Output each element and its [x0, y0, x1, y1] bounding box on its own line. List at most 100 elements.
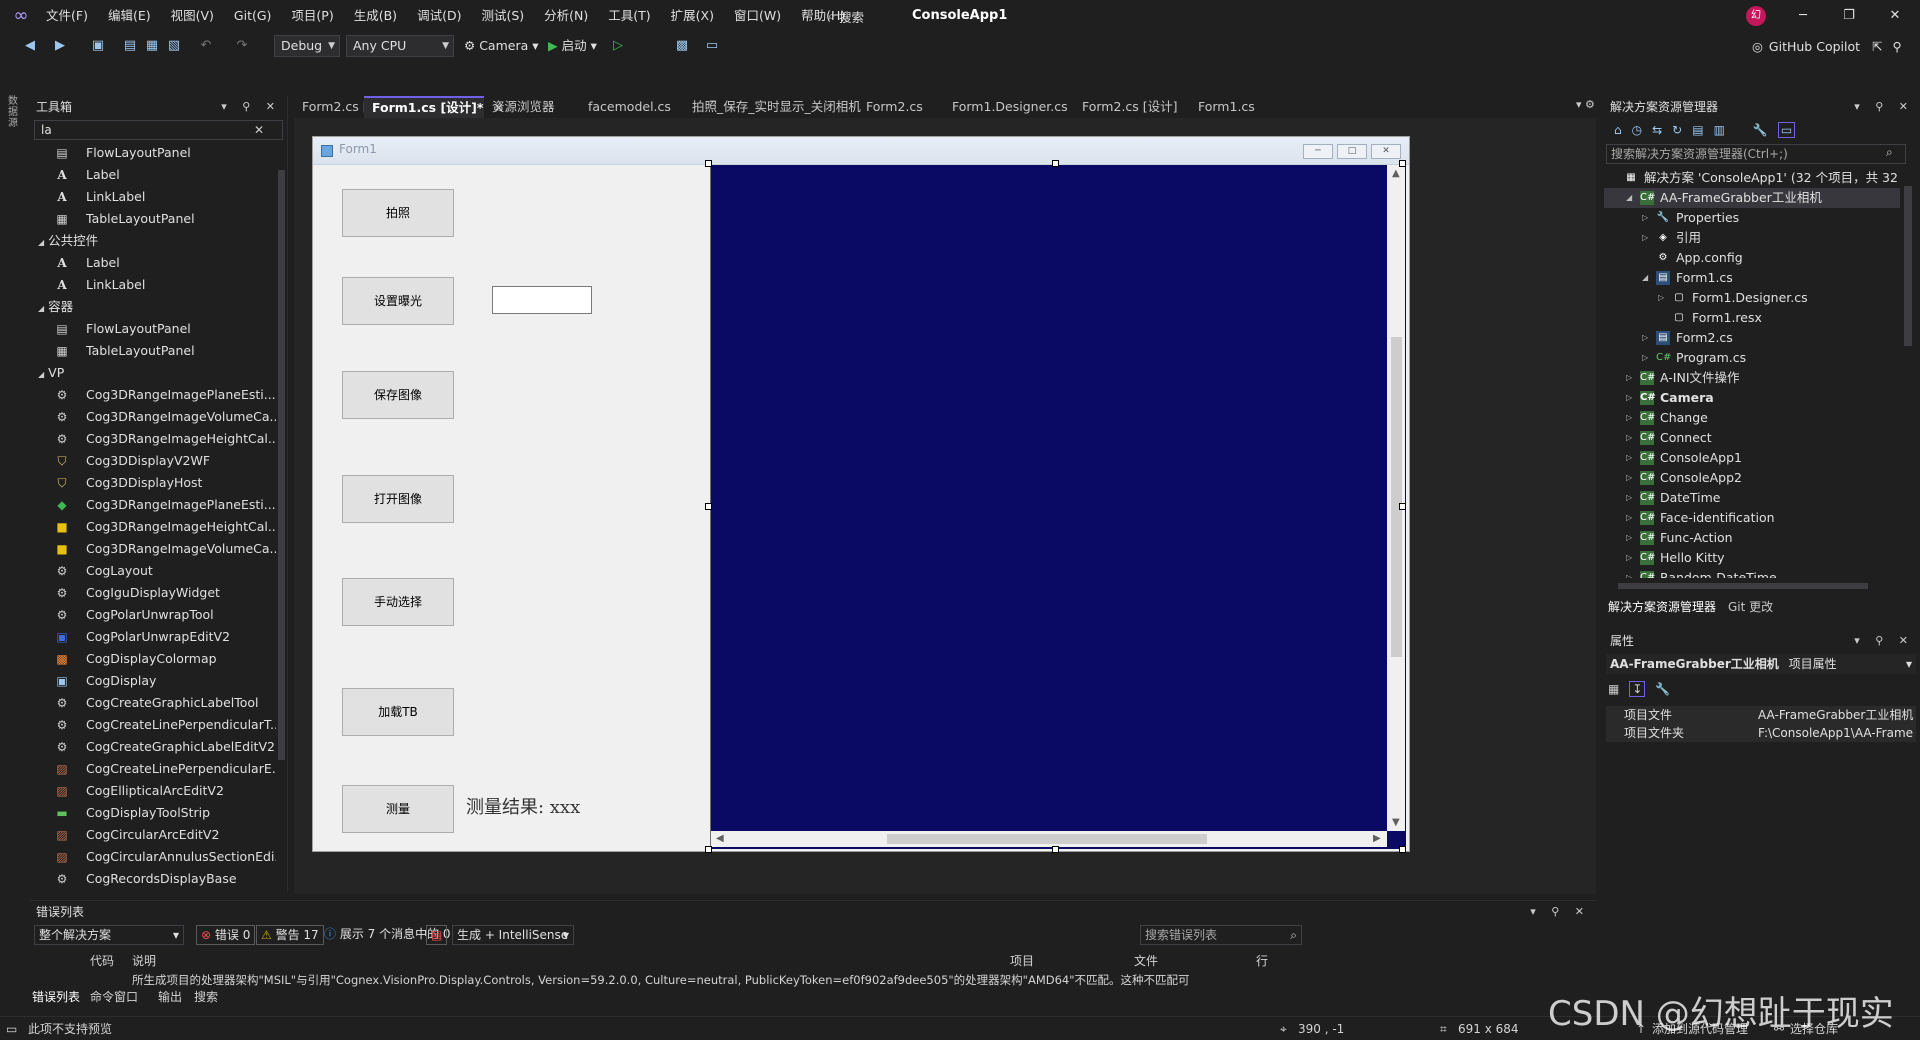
scroll-down-icon[interactable]: ▼: [1392, 817, 1400, 828]
messages-filter-button[interactable]: ⓘ 展示 7 个消息中的 0 个: [320, 925, 470, 945]
form1-window[interactable]: Form1 ─ □ ✕ 拍照 设置曝光 保存图像 打开图像 手动选择 加载TB …: [312, 136, 1410, 852]
close-window-button[interactable]: ✕: [1872, 0, 1918, 32]
menu-item[interactable]: 生成(B): [344, 0, 407, 32]
errors-filter-button[interactable]: ⊗ 错误 0: [196, 925, 256, 945]
open-folder-icon[interactable]: ▤: [122, 38, 138, 54]
avatar[interactable]: 幻: [1746, 6, 1766, 26]
platform-dropdown[interactable]: Any CPU ▼: [346, 35, 454, 57]
toolbox-item[interactable]: ▨ CogCircularArcEditV2: [30, 824, 287, 846]
start-button[interactable]: ▶ 启动 ▾: [548, 35, 597, 57]
toolbox-item[interactable]: ■ Cog3DRangeImageVolumeCa...: [30, 538, 287, 560]
tree-node[interactable]: ▢ Form1.resx: [1604, 308, 1900, 328]
expand-arrow-icon[interactable]: ▷: [1642, 208, 1648, 228]
collapse-arrow-icon[interactable]: ◢: [1642, 268, 1648, 288]
menu-item[interactable]: 窗口(W): [724, 0, 791, 32]
panel-controls[interactable]: ▾ ⚲ ✕: [221, 96, 281, 118]
properties-wrench-icon[interactable]: 🔧: [1753, 123, 1768, 137]
resize-handle[interactable]: [705, 503, 712, 510]
toolbox-item[interactable]: ⛉ Cog3DDisplayHost: [30, 472, 287, 494]
header-code[interactable]: 代码: [90, 951, 114, 971]
resize-handle[interactable]: [1399, 503, 1406, 510]
alphabetical-icon[interactable]: ↧: [1629, 681, 1646, 697]
camera-startup-button[interactable]: ⚙ Camera ▾: [464, 35, 539, 57]
layout-icon[interactable]: ▭: [704, 38, 720, 54]
tab-search[interactable]: 搜索: [194, 989, 218, 1005]
tree-node[interactable]: ▷ ◈ 引用: [1604, 228, 1900, 248]
display-vertical-thumb[interactable]: [1391, 337, 1402, 657]
menu-item[interactable]: 测试(S): [471, 0, 534, 32]
toolbox-item[interactable]: ▨ CogEllipticalArcEditV2: [30, 780, 287, 802]
restore-button[interactable]: ❐: [1826, 0, 1872, 32]
expand-arrow-icon[interactable]: ▷: [1626, 428, 1632, 448]
expand-arrow-icon[interactable]: ▷: [1626, 488, 1632, 508]
resize-handle[interactable]: [1052, 846, 1059, 853]
save-icon[interactable]: ▦: [144, 38, 160, 54]
toolbox-category[interactable]: ◢ 容器: [30, 296, 287, 318]
toolbox-item[interactable]: ▬ CogDisplayToolStrip: [30, 802, 287, 824]
cog-display-panel[interactable]: ▲ ▼ ◀ ▶: [710, 165, 1406, 849]
minimize-button[interactable]: ─: [1780, 0, 1826, 32]
panel-controls[interactable]: ▾ ⚲ ✕: [1854, 630, 1914, 652]
toolbox-category[interactable]: ◢ VP: [30, 362, 287, 384]
capture-button[interactable]: 拍照: [342, 189, 454, 237]
header-description[interactable]: 说明: [132, 951, 156, 971]
save-all-icon[interactable]: ▧: [166, 38, 182, 54]
expand-arrow-icon[interactable]: ▷: [1626, 368, 1632, 388]
clear-search-icon[interactable]: ✕: [254, 121, 264, 139]
new-item-icon[interactable]: ▣: [90, 38, 106, 54]
menu-item[interactable]: 编辑(E): [98, 0, 161, 32]
filter-icon[interactable]: ▤: [426, 925, 448, 945]
toolbox-item[interactable]: ▣ CogPolarUnwrapEditV2: [30, 626, 287, 648]
doc-tab[interactable]: Form1.cs [设计]* ✕: [364, 96, 504, 118]
global-search[interactable]: ⌕ 搜索: [828, 0, 864, 32]
property-row[interactable]: 项目文件夹 F:\ConsoleApp1\AA-Frame: [1606, 724, 1916, 742]
error-search-input[interactable]: 搜索错误列表 ⌕: [1140, 925, 1302, 945]
tab-command-window[interactable]: 命令窗口: [90, 989, 138, 1005]
expand-arrow-icon[interactable]: ▷: [1626, 528, 1632, 548]
tree-node[interactable]: ▷ C# Hello Kitty: [1604, 548, 1900, 568]
github-copilot-button[interactable]: ◎ GitHub Copilot ⇱ ⚲: [1752, 36, 1902, 56]
error-message-row[interactable]: 所生成项目的处理器架构"MSIL"与引用"Cognex.VisionPro.Di…: [132, 973, 1232, 987]
expand-arrow-icon[interactable]: ▷: [1626, 568, 1632, 578]
load-tb-button[interactable]: 加载TB: [342, 688, 454, 736]
search-icon[interactable]: ⌕: [1886, 145, 1893, 160]
tree-node[interactable]: ▷ C# Face-identification: [1604, 508, 1900, 528]
header-project[interactable]: 项目: [1010, 951, 1034, 971]
toolbox-item[interactable]: ⚙ CogRecordsDisplayBase: [30, 868, 287, 890]
open-image-button[interactable]: 打开图像: [342, 475, 454, 523]
resize-handle[interactable]: [1052, 160, 1059, 167]
toolbox-item[interactable]: ⚙ CogIguDisplayWidget: [30, 582, 287, 604]
tree-node[interactable]: ⚙ App.config: [1604, 248, 1900, 268]
menu-item[interactable]: 调试(D): [407, 0, 471, 32]
doc-tab[interactable]: Form2.cs [设计]: [1074, 96, 1178, 118]
expand-arrow-icon[interactable]: ▷: [1626, 508, 1632, 528]
expand-arrow-icon[interactable]: ▷: [1642, 328, 1648, 348]
redo-icon[interactable]: ↷: [234, 38, 250, 54]
expand-triangle-icon[interactable]: ◢: [38, 370, 44, 379]
warnings-filter-button[interactable]: ⚠ 警告 17: [256, 925, 324, 945]
toolbox-category[interactable]: ◢ 公共控件: [30, 230, 287, 252]
expand-arrow-icon[interactable]: ▷: [1626, 408, 1632, 428]
menu-item[interactable]: 扩展(X): [661, 0, 724, 32]
home-icon[interactable]: ⌂: [1614, 123, 1622, 137]
doc-tab[interactable]: Form1.cs: [1190, 96, 1255, 118]
tree-node[interactable]: ▷ ▤ Form2.cs: [1604, 328, 1900, 348]
history-icon[interactable]: ◷: [1632, 123, 1642, 137]
solution-horizontal-thumb[interactable]: [1618, 583, 1868, 589]
tab-solution-explorer[interactable]: 解决方案资源管理器: [1608, 596, 1716, 618]
doc-tab[interactable]: 拍照_保存_实时显示_关闭相机: [684, 96, 861, 118]
tree-node[interactable]: ▷ ▢ Form1.Designer.cs: [1604, 288, 1900, 308]
properties-object-selector[interactable]: AA-FrameGrabber工业相机 项目属性 ▾: [1606, 654, 1916, 674]
doc-tab[interactable]: Form2.cs: [858, 96, 923, 118]
tree-node[interactable]: ▷ C# Camera: [1604, 388, 1900, 408]
tree-node[interactable]: ▷ C# ConsoleApp2: [1604, 468, 1900, 488]
menu-item[interactable]: 文件(F): [36, 0, 98, 32]
expand-arrow-icon[interactable]: ▷: [1642, 348, 1648, 368]
display-horizontal-thumb[interactable]: [887, 834, 1207, 844]
toolbox-item[interactable]: A LinkLabel: [30, 274, 287, 296]
toolbox-item[interactable]: ▦ TableLayoutPanel: [30, 340, 287, 362]
expand-triangle-icon[interactable]: ◢: [38, 304, 44, 313]
resize-handle[interactable]: [1399, 160, 1406, 167]
toolbox-item[interactable]: ▨ CogCreateLinePerpendicularE...: [30, 758, 287, 780]
menu-item[interactable]: 视图(V): [161, 0, 224, 32]
